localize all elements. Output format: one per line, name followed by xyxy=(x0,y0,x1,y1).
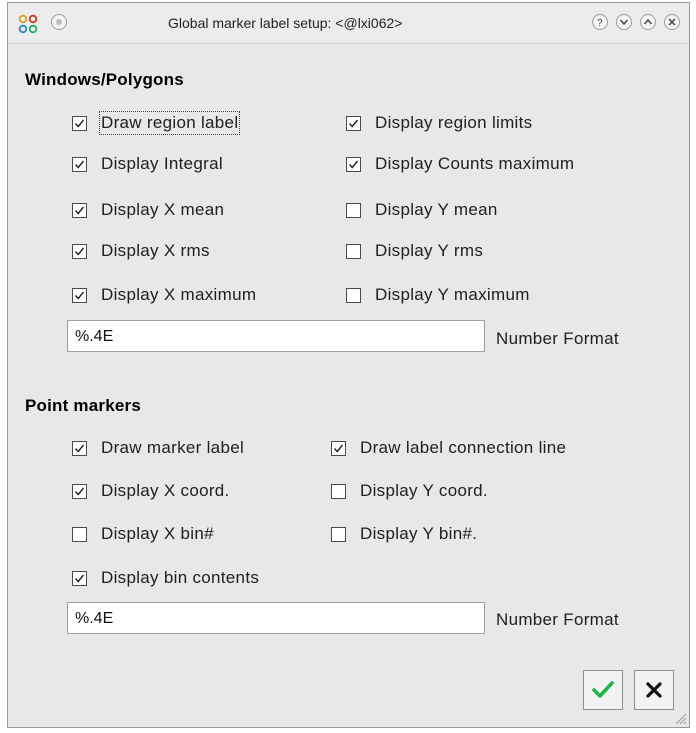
chevron-up-icon xyxy=(643,18,653,25)
checkbox-display-y-mean[interactable]: Display Y mean xyxy=(346,200,498,220)
checkmark-icon xyxy=(74,574,85,583)
checkbox-label: Display Counts maximum xyxy=(375,154,575,173)
checkbox-display-x-bin[interactable]: Display X bin# xyxy=(72,524,214,544)
checkbox-label: Display Y maximum xyxy=(375,285,530,304)
checkbox-label: Display X maximum xyxy=(101,285,257,304)
checkbox-box[interactable] xyxy=(346,202,361,218)
checkbox-draw-marker-label[interactable]: Draw marker label xyxy=(72,438,244,458)
checkbox-box[interactable] xyxy=(72,202,87,218)
checkbox-display-counts-maximum[interactable]: Display Counts maximum xyxy=(346,154,574,174)
checkmark-icon xyxy=(74,291,85,300)
checkbox-box[interactable] xyxy=(72,156,87,172)
section-point-markers: Point markers xyxy=(25,396,141,415)
x-icon xyxy=(646,682,662,698)
checkmark-icon xyxy=(74,119,85,128)
windows-number-format-input[interactable]: %.4E xyxy=(67,320,485,352)
checkbox-display-integral[interactable]: Display Integral xyxy=(72,154,223,174)
checkmark-icon xyxy=(348,160,359,169)
checkbox-label: Display X mean xyxy=(101,200,225,219)
checkbox-box[interactable] xyxy=(72,287,87,303)
checkbox-display-bin-contents[interactable]: Display bin contents xyxy=(72,568,259,588)
title-bar[interactable]: Global marker label setup: <@lxi062> ? xyxy=(8,3,689,44)
checkbox-box[interactable] xyxy=(72,483,87,499)
checkbox-box[interactable] xyxy=(72,115,87,131)
checkbox-display-x-maximum[interactable]: Display X maximum xyxy=(72,285,256,305)
checkbox-display-y-rms[interactable]: Display Y rms xyxy=(346,241,483,261)
checkbox-draw-region-label[interactable]: Draw region label xyxy=(72,111,241,135)
checkbox-label: Display bin contents xyxy=(101,568,260,587)
checkbox-label: Display Y coord. xyxy=(360,481,488,500)
app-icon xyxy=(18,14,38,34)
help-button[interactable]: ? xyxy=(592,14,608,30)
checkmark-icon xyxy=(74,487,85,496)
checkbox-draw-label-connection-line[interactable]: Draw label connection line xyxy=(331,438,566,458)
checkbox-label: Display X coord. xyxy=(101,481,230,500)
close-button[interactable] xyxy=(664,14,680,30)
svg-text:?: ? xyxy=(597,18,603,29)
checkbox-box[interactable] xyxy=(331,526,346,542)
points-number-format-input[interactable]: %.4E xyxy=(67,602,485,634)
menu-dot-icon xyxy=(56,19,62,25)
checkbox-display-x-rms[interactable]: Display X rms xyxy=(72,241,210,261)
cancel-button[interactable] xyxy=(634,670,674,710)
checkbox-label: Draw marker label xyxy=(101,438,245,457)
checkbox-label: Draw region label xyxy=(98,111,241,135)
checkbox-box[interactable] xyxy=(72,243,87,259)
checkbox-display-y-coord[interactable]: Display Y coord. xyxy=(331,481,488,501)
chevron-down-icon xyxy=(619,19,629,26)
checkbox-label: Display Y rms xyxy=(375,241,484,260)
window-title: Global marker label setup: <@lxi062> xyxy=(168,15,403,31)
minimize-button[interactable] xyxy=(616,14,632,30)
window-menu-button[interactable] xyxy=(51,14,67,30)
checkmark-icon xyxy=(74,247,85,256)
close-icon xyxy=(668,18,676,26)
resize-grip-icon[interactable] xyxy=(673,711,687,725)
checkmark-icon xyxy=(74,160,85,169)
checkmark-icon xyxy=(348,119,359,128)
points-number-format-label: Number Format xyxy=(496,610,619,629)
checkbox-box[interactable] xyxy=(346,156,361,172)
checkbox-label: Display Y bin#. xyxy=(360,524,478,543)
checkbox-display-x-coord[interactable]: Display X coord. xyxy=(72,481,230,501)
windows-number-format-label: Number Format xyxy=(496,329,619,348)
checkbox-label: Display region limits xyxy=(375,113,533,132)
checkmark-icon xyxy=(74,206,85,215)
checkbox-display-y-maximum[interactable]: Display Y maximum xyxy=(346,285,530,305)
checkbox-box[interactable] xyxy=(72,570,87,586)
checkbox-display-x-mean[interactable]: Display X mean xyxy=(72,200,224,220)
checkbox-box[interactable] xyxy=(331,440,346,456)
checkbox-label: Display X bin# xyxy=(101,524,214,543)
checkbox-box[interactable] xyxy=(346,243,361,259)
checkbox-label: Display Y mean xyxy=(375,200,498,219)
checkmark-icon xyxy=(333,444,344,453)
dialog-window: Global marker label setup: <@lxi062> ? W… xyxy=(7,2,690,728)
section-windows-polygons: Windows/Polygons xyxy=(25,70,184,89)
checkbox-label: Display Integral xyxy=(101,154,223,173)
checkbox-box[interactable] xyxy=(346,287,361,303)
checkmark-icon xyxy=(74,444,85,453)
checkbox-display-y-bin[interactable]: Display Y bin#. xyxy=(331,524,477,544)
maximize-button[interactable] xyxy=(640,14,656,30)
checkbox-label: Draw label connection line xyxy=(360,438,567,457)
checkbox-label: Display X rms xyxy=(101,241,210,260)
checkbox-box[interactable] xyxy=(346,115,361,131)
checkbox-box[interactable] xyxy=(331,483,346,499)
question-icon: ? xyxy=(597,18,603,29)
checkmark-icon xyxy=(592,681,614,698)
checkbox-box[interactable] xyxy=(72,440,87,456)
checkbox-display-region-limits[interactable]: Display region limits xyxy=(346,113,532,133)
ok-button[interactable] xyxy=(583,670,623,710)
checkbox-box[interactable] xyxy=(72,526,87,542)
